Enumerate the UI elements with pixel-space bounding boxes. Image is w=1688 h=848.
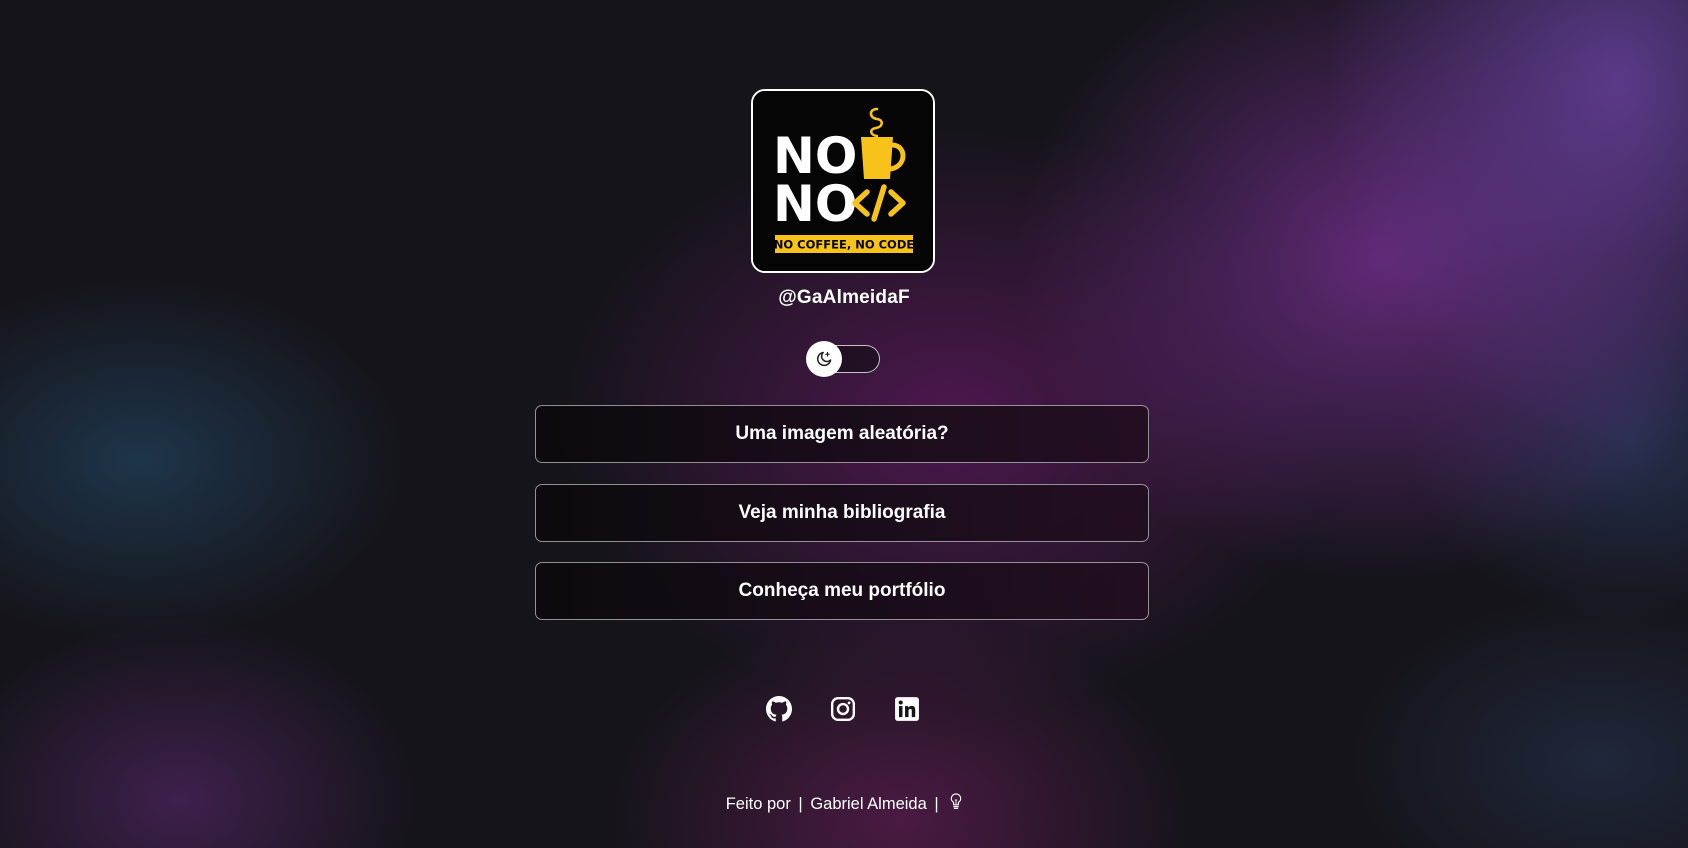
bibliography-button[interactable]: Veja minha bibliografia — [535, 484, 1149, 542]
profile-handle: @GaAlmeidaF — [778, 287, 910, 308]
profile-logo: NO NO NO COFFEE, NO CODE — [751, 89, 935, 273]
theme-toggle[interactable] — [806, 340, 880, 378]
footer-separator: | — [798, 795, 803, 813]
footer-separator-2: | — [934, 795, 939, 813]
footer: Feito por | Gabriel Almeida | — [600, 793, 1088, 815]
github-icon — [766, 696, 792, 722]
theme-toggle-knob[interactable] — [806, 341, 842, 377]
footer-prefix: Feito por — [725, 795, 791, 813]
lightbulb-icon — [950, 793, 962, 815]
logo-text-line2: NO — [773, 175, 857, 233]
portfolio-button[interactable]: Conheça meu portfólio — [535, 562, 1149, 620]
linkedin-link[interactable] — [892, 694, 922, 724]
no-coffee-no-code-logo: NO NO NO COFFEE, NO CODE — [753, 91, 933, 271]
github-link[interactable] — [764, 694, 794, 724]
footer-author-link[interactable]: Gabriel Almeida — [810, 795, 926, 813]
instagram-link[interactable] — [828, 694, 858, 724]
instagram-icon — [830, 696, 856, 722]
random-image-button[interactable]: Uma imagem aleatória? — [535, 405, 1149, 463]
moon-stars-icon — [817, 351, 832, 367]
linkedin-icon — [895, 697, 919, 721]
logo-banner-text: NO COFFEE, NO CODE — [774, 238, 915, 252]
